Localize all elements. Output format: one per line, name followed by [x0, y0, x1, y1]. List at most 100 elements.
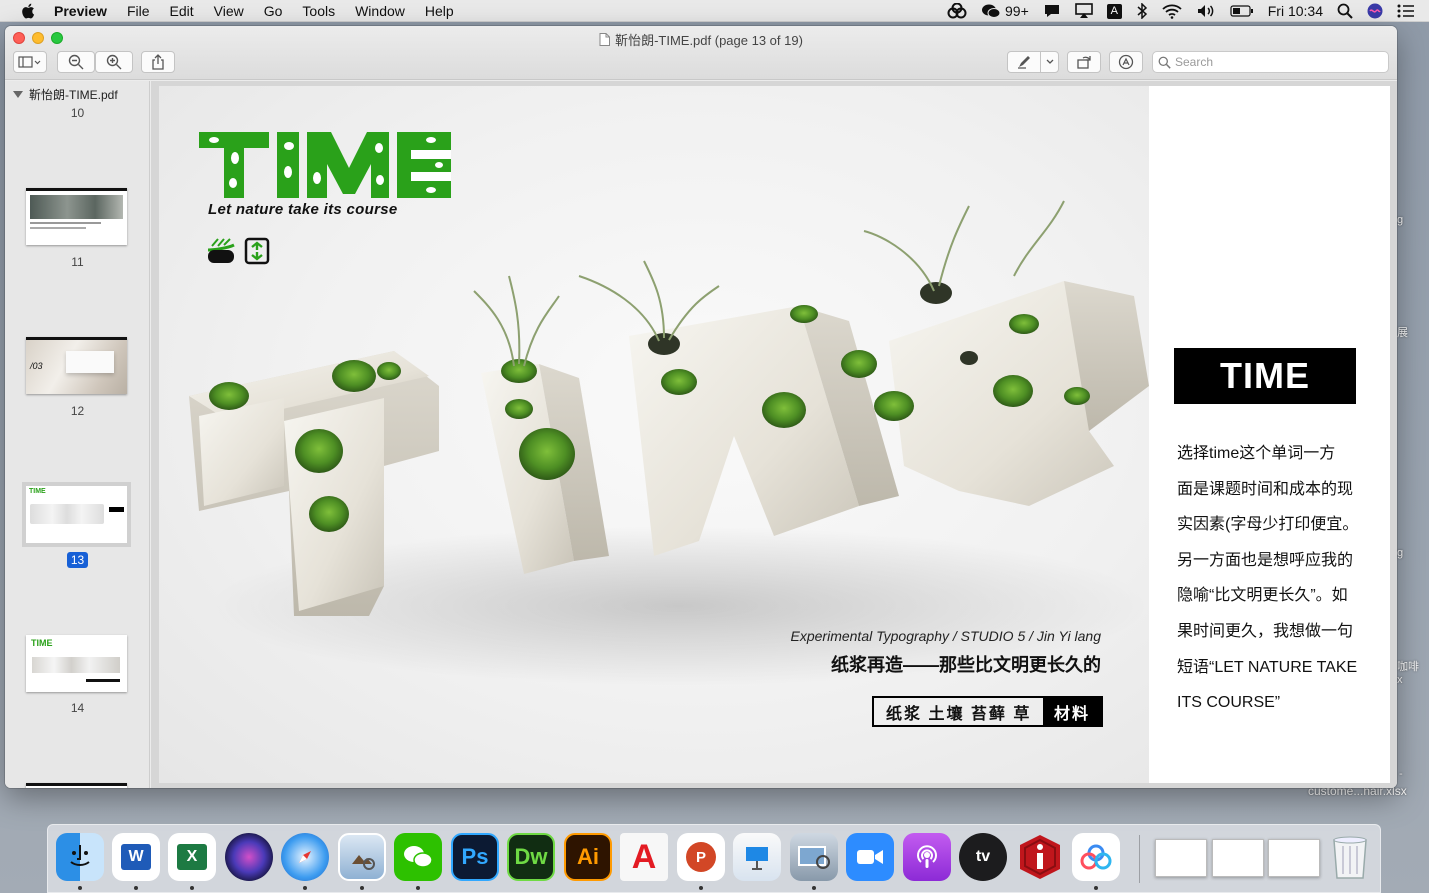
- search-input[interactable]: [1175, 55, 1375, 69]
- apple-icon[interactable]: [20, 2, 38, 20]
- menu-go[interactable]: Go: [264, 3, 283, 19]
- dock-image-capture-icon[interactable]: [790, 833, 838, 881]
- sidebar-toggle-button[interactable]: [13, 51, 47, 73]
- spotlight-search-icon[interactable]: [1337, 0, 1353, 22]
- description-line: 另一方面也是想呼应我的: [1177, 551, 1354, 569]
- menu-window[interactable]: Window: [355, 3, 405, 19]
- notification-badge[interactable]: 99+: [1005, 0, 1029, 22]
- creative-cloud-icon[interactable]: [947, 0, 967, 22]
- desktop-file-label[interactable]: -: [1399, 768, 1403, 780]
- thumbnail-page-15[interactable]: [26, 783, 127, 788]
- thumbnail-page-12[interactable]: /03: [26, 337, 127, 394]
- menu-edit[interactable]: Edit: [170, 3, 194, 19]
- share-icon: [152, 54, 164, 70]
- notification-center-icon[interactable]: [1397, 0, 1415, 22]
- dock-running-indicator: [699, 886, 703, 890]
- menu-view[interactable]: View: [214, 3, 244, 19]
- dock-powerpoint-icon[interactable]: P: [677, 833, 725, 881]
- dock-safari-icon[interactable]: [281, 833, 329, 881]
- dock-podcasts-icon[interactable]: [903, 833, 951, 881]
- input-source-icon[interactable]: A: [1106, 0, 1122, 22]
- zoom-out-button[interactable]: [57, 51, 95, 73]
- thumbnail-page-11[interactable]: [26, 188, 127, 245]
- rotate-icon: [1077, 56, 1091, 69]
- dock-word-icon[interactable]: W: [112, 833, 160, 881]
- wechat-status-icon[interactable]: [981, 0, 1001, 22]
- dock-acrobat-icon[interactable]: A: [620, 833, 668, 881]
- siri-icon[interactable]: [1367, 0, 1383, 22]
- dock-dreamweaver-icon[interactable]: Dw: [507, 833, 555, 881]
- dock-trash-icon[interactable]: [1326, 833, 1374, 881]
- thumbnail-page-number: 14: [70, 701, 85, 715]
- thumbnail-sidebar: 靳怡朗-TIME.pdf 10 11 /03 12 TIME 13 TIME 1…: [5, 81, 150, 788]
- dock-running-indicator: [190, 886, 194, 890]
- dock-minimized-window[interactable]: [1155, 839, 1207, 877]
- desktop-file-label[interactable]: g: [1397, 547, 1403, 559]
- dock-preview-icon[interactable]: [338, 833, 386, 881]
- dock-excel-icon[interactable]: X: [168, 833, 216, 881]
- recycle-box-icon: [244, 237, 270, 265]
- airplay-icon[interactable]: [1074, 0, 1093, 22]
- menu-app-preview[interactable]: Preview: [54, 3, 107, 19]
- sidebar-file-header[interactable]: 靳怡朗-TIME.pdf: [13, 86, 118, 103]
- time-logo-graphic: [199, 132, 451, 198]
- desktop-file-label[interactable]: 咖啡: [1397, 658, 1419, 674]
- description-line: 实因素(字母少打印便宜。: [1177, 516, 1359, 534]
- document-view[interactable]: Let nature take its course Experimental …: [151, 81, 1397, 788]
- bluetooth-icon[interactable]: [1136, 0, 1148, 22]
- menu-tools[interactable]: Tools: [302, 3, 335, 19]
- thumbnail-page-number: 10: [70, 106, 85, 120]
- dock-keynote-icon[interactable]: [733, 833, 781, 881]
- markup-pen-button[interactable]: [1007, 51, 1059, 73]
- desktop-file-label[interactable]: x: [1397, 674, 1403, 686]
- disclosure-triangle-icon[interactable]: [13, 91, 23, 98]
- window-title: 靳怡朗-TIME.pdf (page 13 of 19): [5, 30, 1397, 49]
- desktop-file-label[interactable]: 展: [1397, 324, 1408, 340]
- dock-illustrator-icon[interactable]: Ai: [564, 833, 612, 881]
- rotate-button[interactable]: [1067, 51, 1101, 73]
- wifi-icon[interactable]: [1162, 0, 1182, 22]
- markup-toolbar-button[interactable]: [1109, 51, 1143, 73]
- dock-running-indicator: [416, 886, 420, 890]
- menu-help[interactable]: Help: [425, 3, 454, 19]
- markup-icon: [1118, 54, 1134, 70]
- dock-photoshop-icon[interactable]: Ps: [451, 833, 499, 881]
- menu-bar: Preview File Edit View Go Tools Window H…: [0, 0, 1429, 22]
- dock-wechat-icon[interactable]: [394, 833, 442, 881]
- preview-window: 靳怡朗-TIME.pdf (page 13 of 19) Search 靳怡朗-…: [5, 26, 1397, 788]
- thumbnail-page-14[interactable]: TIME: [26, 635, 127, 692]
- dock-running-indicator: [303, 886, 307, 890]
- sidebar-icon: [18, 56, 41, 68]
- thumbnail-page-number: 12: [70, 404, 85, 418]
- volume-icon[interactable]: [1196, 0, 1216, 22]
- dock: W X Ps Dw Ai A P tv: [47, 824, 1381, 893]
- dock-zoom-icon[interactable]: [846, 833, 894, 881]
- dock-siri-icon[interactable]: [225, 833, 273, 881]
- share-button[interactable]: [141, 51, 175, 73]
- messages-status-icon[interactable]: [1043, 0, 1061, 22]
- dock-info-app-icon[interactable]: [1016, 833, 1064, 881]
- description-line: 面是课题时间和成本的现: [1177, 480, 1354, 498]
- zoom-out-icon: [68, 54, 84, 70]
- zoom-in-button[interactable]: [95, 51, 133, 73]
- zoom-in-icon: [106, 54, 122, 70]
- thumbnail-page-13[interactable]: TIME: [22, 482, 131, 547]
- material-words: 纸浆 土壤 苔藓 草: [886, 705, 1032, 723]
- dock-baidu-netdisk-icon[interactable]: [1072, 833, 1120, 881]
- sidebar-file-name: 靳怡朗-TIME.pdf: [29, 88, 118, 102]
- dock-minimized-window[interactable]: [1268, 839, 1320, 877]
- dock-minimized-window[interactable]: [1212, 839, 1264, 877]
- desktop-file-label[interactable]: g: [1397, 214, 1403, 226]
- dock-finder-icon[interactable]: [56, 833, 104, 881]
- dock-running-indicator: [360, 886, 364, 890]
- menu-clock[interactable]: Fri 10:34: [1268, 3, 1323, 19]
- menu-file[interactable]: File: [127, 3, 150, 19]
- dock-running-indicator: [134, 886, 138, 890]
- search-field[interactable]: [1152, 51, 1389, 73]
- dock-appletv-icon[interactable]: tv: [959, 833, 1007, 881]
- sod-roll-icon: [207, 238, 235, 263]
- time-logo: [199, 128, 454, 200]
- battery-icon[interactable]: [1230, 0, 1254, 22]
- chevron-down-icon[interactable]: [1040, 52, 1058, 72]
- thumbnail-page-number-selected: 13: [5, 552, 149, 568]
